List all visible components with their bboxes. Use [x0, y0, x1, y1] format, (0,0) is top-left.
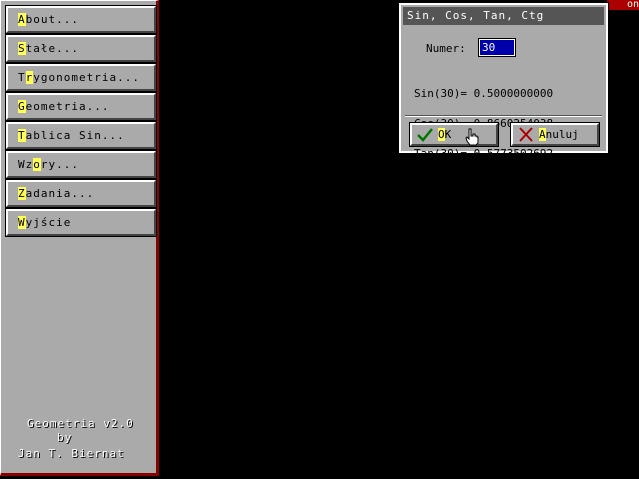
check-icon: [417, 128, 433, 142]
menu-tablica-label: ablica Sin...: [25, 129, 125, 142]
menu-tablica-sin-button[interactable]: Tablica Sin...: [5, 121, 157, 150]
result-tan: Tan(30)= 0.5773502692: [414, 147, 554, 160]
ok-hotkey: O: [438, 128, 445, 141]
menu-about-button[interactable]: About...: [5, 5, 157, 34]
menu-geometria-hotkey: G: [18, 100, 26, 113]
numer-input[interactable]: [478, 38, 516, 57]
menu-stale-button[interactable]: Stałe...: [5, 34, 157, 63]
menu-geometria-label: eometria...: [25, 100, 110, 113]
menu-about-label: bout...: [25, 13, 79, 26]
menu-stale-label: tałe...: [25, 42, 79, 55]
button-separator: [405, 115, 602, 117]
trig-dialog: Sin, Cos, Tan, Ctg Numer: Sin(30)= 0.500…: [398, 2, 609, 189]
menu-trygonometria-pre: T: [18, 71, 26, 84]
numer-label: Numer:: [426, 42, 466, 55]
cancel-button[interactable]: Anuluj: [510, 122, 600, 147]
menu-wzory-button[interactable]: Wzory...: [5, 150, 157, 179]
menu-about-hotkey: A: [18, 13, 26, 26]
menu-wyjscie-label: yjście: [25, 216, 72, 229]
corner-tag: on: [607, 0, 639, 10]
cancel-label: Anuluj: [539, 125, 579, 144]
main-menu-panel: About... Stałe... Trygonometria... Geome…: [0, 0, 159, 476]
menu-wzory-pre: Wz: [18, 158, 34, 171]
result-ctg: Ctg(30)= 1.7320508076: [414, 177, 554, 190]
x-icon: [519, 127, 533, 142]
ok-label-rest: K: [444, 128, 452, 141]
credits-by: by: [57, 431, 73, 444]
result-sin: Sin(30)= 0.5000000000: [414, 87, 554, 100]
desktop: About... Stałe... Trygonometria... Geome…: [0, 0, 639, 479]
menu-zadania-button[interactable]: Zadania...: [5, 179, 157, 208]
credits-author: Jan T. Biernat: [18, 447, 125, 460]
menu-geometria-button[interactable]: Geometria...: [5, 92, 157, 121]
menu-wyjscie-button[interactable]: Wyjście: [5, 208, 157, 237]
hand-cursor-icon: [465, 128, 479, 146]
credits-app-name: Geometria v2.0: [27, 417, 134, 430]
dialog-title-bar[interactable]: Sin, Cos, Tan, Ctg: [403, 7, 604, 25]
cancel-hotkey: A: [539, 128, 546, 141]
menu-wzory-label: ry...: [40, 158, 79, 171]
cancel-label-rest: nuluj: [545, 128, 579, 141]
menu-zadania-label: adania...: [25, 187, 95, 200]
menu-zadania-hotkey: Z: [18, 187, 26, 200]
menu-wzory-hotkey: o: [33, 158, 41, 171]
menu-trygonometria-label: ygonometria...: [33, 71, 140, 84]
menu-trygonometria-button[interactable]: Trygonometria...: [5, 63, 157, 92]
menu-wyjscie-hotkey: W: [18, 216, 26, 229]
ok-button[interactable]: OK: [409, 122, 499, 147]
ok-label: OK: [438, 125, 451, 144]
menu-tablica-hotkey: T: [18, 129, 26, 142]
menu-stale-hotkey: S: [18, 42, 26, 55]
